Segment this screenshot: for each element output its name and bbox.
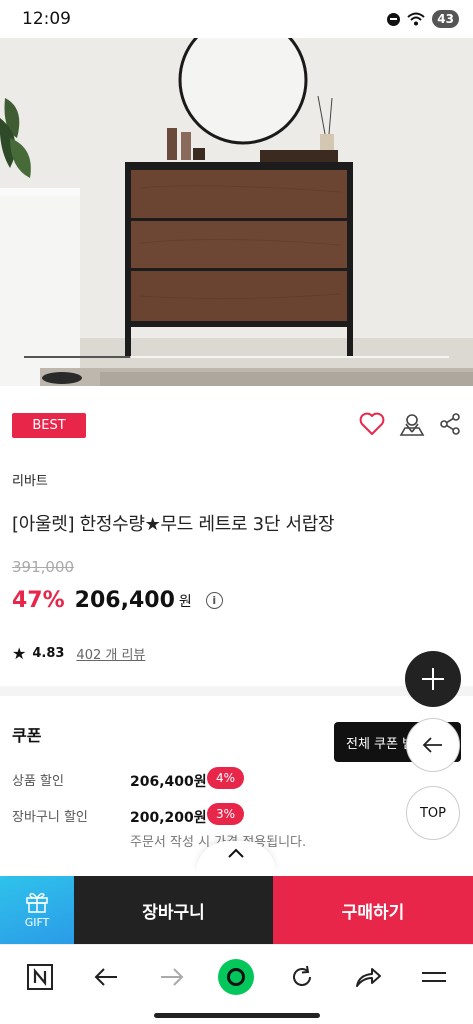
cart-discount-badge: 3% xyxy=(207,803,245,825)
store-location-button[interactable] xyxy=(397,409,427,439)
cart-discount-label: 장바구니 할인 xyxy=(12,810,88,825)
back-arrow-icon xyxy=(94,968,117,986)
product-discount-value: 206,400원 xyxy=(130,774,207,790)
info-icon[interactable]: i xyxy=(205,592,223,609)
buy-label: 구매하기 xyxy=(341,902,405,923)
store-location-icon xyxy=(399,414,425,436)
bottom-action-bar: GIFT 장바구니 구매하기 xyxy=(0,876,473,944)
currency-label: 원 xyxy=(178,593,192,610)
price-row: 47% 206,400 원 i xyxy=(12,588,223,613)
rating-row: ★ 4.83 402 개 리뷰 xyxy=(12,644,145,663)
coupon-title: 쿠폰 xyxy=(12,726,42,745)
status-bar: 12:09 43 xyxy=(0,0,473,38)
browser-forward-button[interactable] xyxy=(152,957,192,997)
product-image[interactable] xyxy=(0,38,473,386)
add-to-cart-button[interactable]: 장바구니 xyxy=(74,876,273,944)
menu-button[interactable] xyxy=(414,957,454,997)
forward-arrow-icon xyxy=(161,968,184,986)
heart-icon xyxy=(359,412,385,435)
share-page-button[interactable] xyxy=(348,957,388,997)
original-price: 391,000 xyxy=(12,558,75,576)
image-progress-fill xyxy=(24,356,131,358)
back-button[interactable] xyxy=(406,718,460,772)
share-icon xyxy=(440,413,460,435)
plus-button[interactable] xyxy=(405,651,461,707)
do-not-disturb-icon xyxy=(387,12,401,26)
wifi-icon xyxy=(407,12,425,26)
star-icon: ★ xyxy=(12,644,27,663)
back-arrow-icon xyxy=(422,737,442,753)
discount-rate: 47% xyxy=(12,588,65,613)
best-badge: BEST xyxy=(12,413,86,438)
product-photo xyxy=(0,38,473,386)
share-button[interactable] xyxy=(437,411,463,437)
brand-name[interactable]: 리바트 xyxy=(12,470,48,489)
status-icons: 43 xyxy=(387,10,459,28)
gift-icon xyxy=(26,892,48,913)
status-time: 12:09 xyxy=(22,9,71,29)
product-title: [아울렛] 한정수량★무드 레트로 3단 서랍장 xyxy=(12,514,335,535)
section-divider xyxy=(0,686,473,696)
rating-value: 4.83 xyxy=(32,646,65,661)
gift-button[interactable]: GIFT xyxy=(0,876,74,944)
wishlist-button[interactable] xyxy=(358,410,386,438)
browser-nav-bar xyxy=(0,944,473,1024)
green-home-icon xyxy=(218,959,254,995)
sale-price: 206,400 xyxy=(74,588,175,613)
product-discount-label: 상품 할인 xyxy=(12,774,64,789)
green-home-button[interactable] xyxy=(216,957,256,997)
buy-now-button[interactable]: 구매하기 xyxy=(273,876,473,944)
product-discount-badge: 4% xyxy=(207,767,245,789)
chevron-up-icon xyxy=(228,848,244,858)
cart-label: 장바구니 xyxy=(142,902,205,923)
refresh-icon xyxy=(293,965,311,986)
naver-home-button[interactable] xyxy=(20,957,60,997)
plus-icon xyxy=(422,668,444,690)
share-arrow-icon xyxy=(356,968,381,987)
refresh-button[interactable] xyxy=(282,957,322,997)
cart-discount-value: 200,200원 xyxy=(130,810,207,826)
scroll-top-button[interactable]: TOP xyxy=(406,786,460,840)
browser-back-button[interactable] xyxy=(86,957,126,997)
gift-label: GIFT xyxy=(24,916,50,929)
menu-icon xyxy=(422,972,446,982)
home-indicator[interactable] xyxy=(154,1013,320,1018)
review-count-link[interactable]: 402 개 리뷰 xyxy=(76,644,145,663)
top-label: TOP xyxy=(419,805,446,821)
naver-n-icon xyxy=(27,964,53,990)
battery-badge: 43 xyxy=(432,10,459,28)
